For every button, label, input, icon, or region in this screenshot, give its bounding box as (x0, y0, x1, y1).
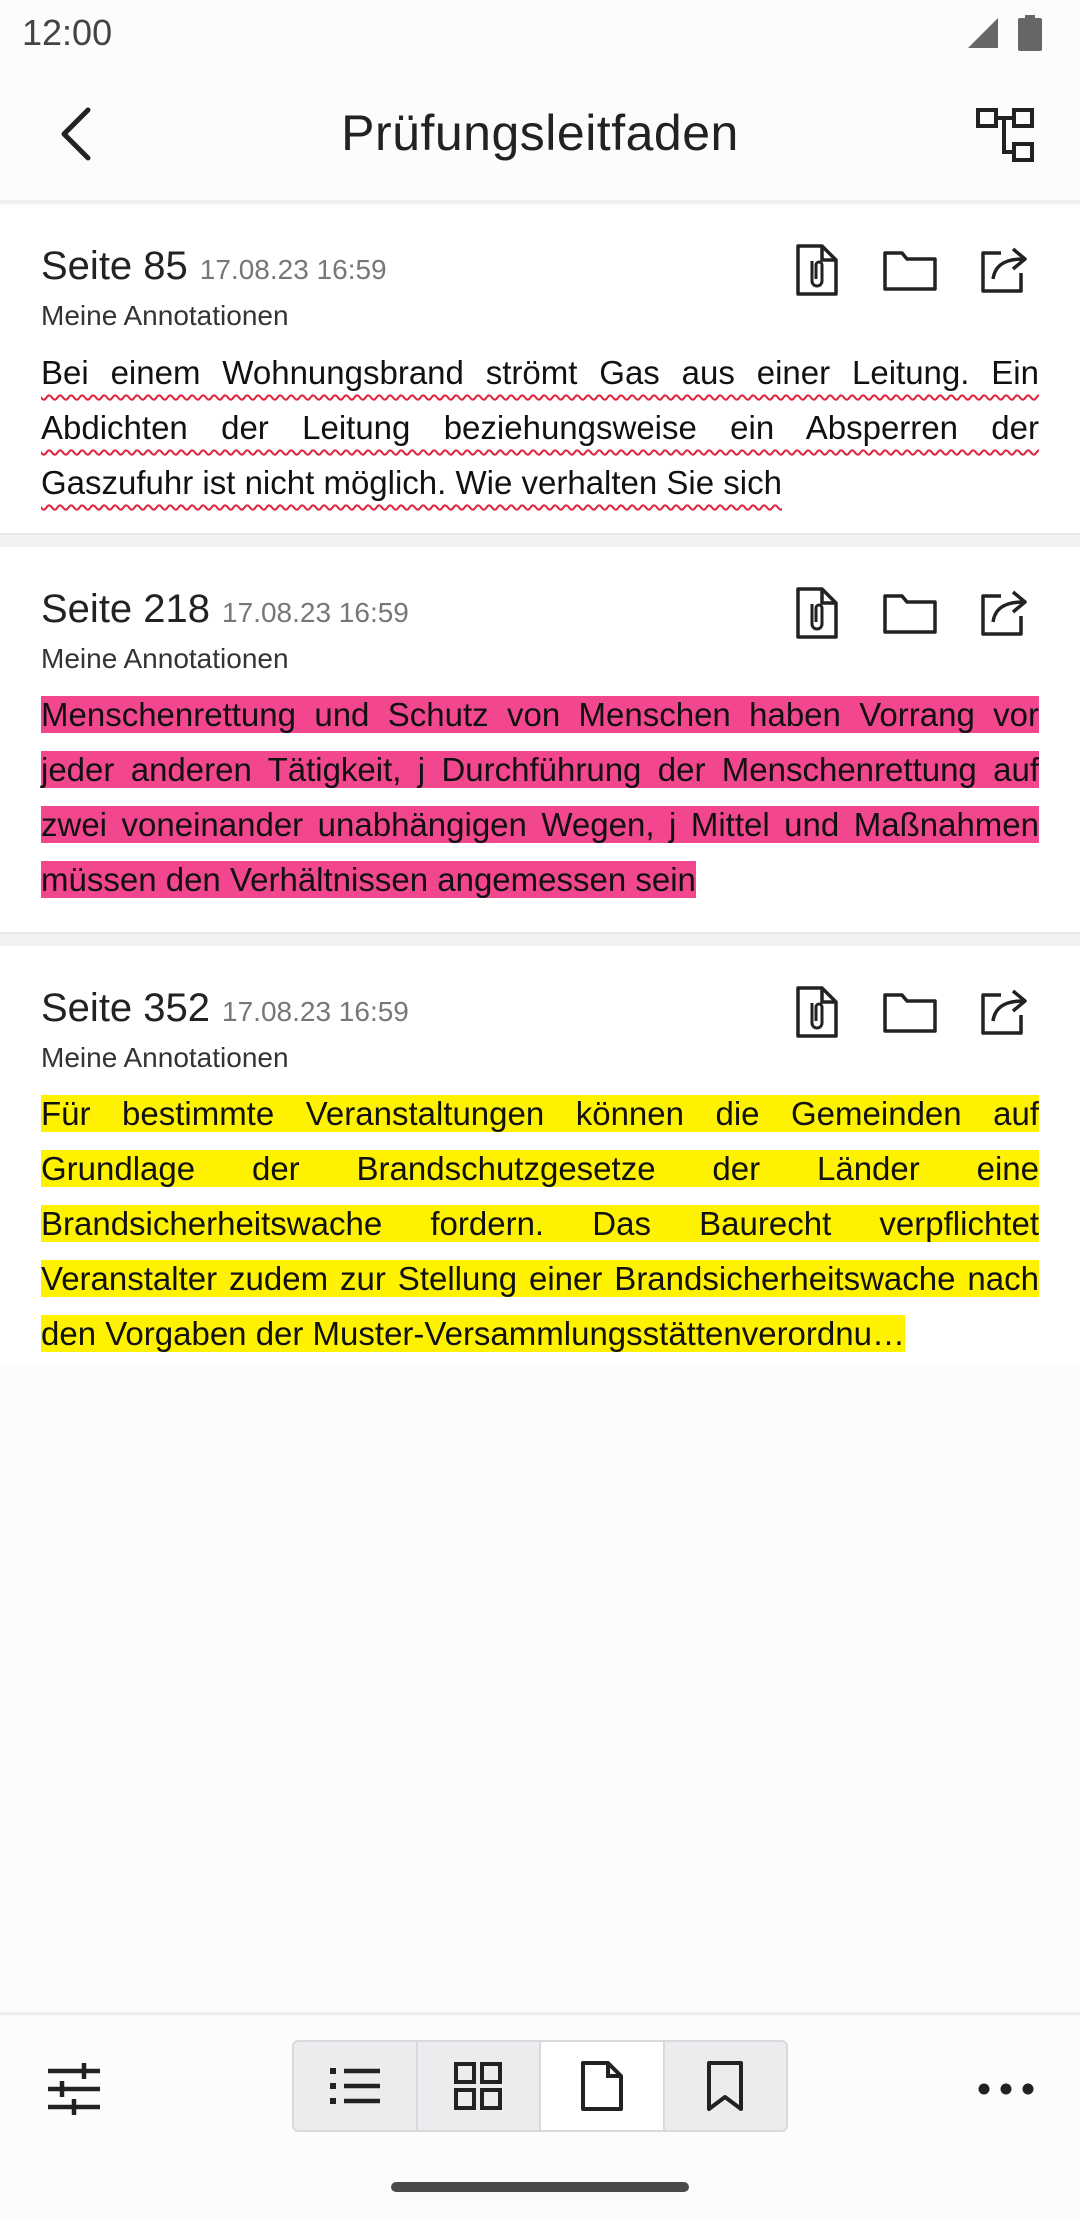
card-header: Seite 218 17.08.23 16:59 (41, 587, 409, 632)
annotation-subtitle: Meine Annotationen (41, 300, 289, 331)
page-number: Seite 218 (41, 587, 211, 631)
home-indicator[interactable] (391, 2182, 689, 2192)
attach-button[interactable] (788, 242, 844, 298)
annotation-date: 17.08.23 16:59 (199, 254, 387, 285)
screen: 12:00 Prüfungsleitfaden Seite 85 17.08.2… (0, 0, 1080, 2220)
annotation-date: 17.08.23 16:59 (222, 996, 409, 1027)
card-header: Seite 85 17.08.23 16:59 (41, 244, 387, 289)
view-switcher (292, 2040, 788, 2132)
page-icon (580, 2061, 623, 2111)
more-horizontal-icon (978, 2083, 1034, 2095)
grid-view-button[interactable] (418, 2042, 541, 2130)
grid-icon (454, 2062, 503, 2110)
folder-icon (883, 993, 937, 1033)
share-icon (981, 590, 1027, 636)
card-header: Seite 352 17.08.23 16:59 (41, 986, 409, 1031)
structure-button[interactable] (974, 104, 1038, 168)
share-icon (981, 989, 1027, 1035)
annotation-subtitle: Meine Annotationen (41, 1042, 289, 1073)
annotation-text: Für bestimmte Veranstaltungen können die… (41, 1086, 1039, 1361)
annotation-card[interactable]: Seite 352 17.08.23 16:59 Meine Annotatio… (0, 946, 1080, 1366)
page-number: Seite 352 (41, 986, 211, 1030)
list-view-button[interactable] (294, 2042, 418, 2130)
annotation-subtitle: Meine Annotationen (41, 643, 289, 674)
share-button[interactable] (976, 585, 1032, 641)
folder-button[interactable] (882, 984, 938, 1040)
annotation-card[interactable]: Seite 218 17.08.23 16:59 Meine Annotatio… (0, 547, 1080, 932)
bookmark-view-button[interactable] (665, 2042, 787, 2130)
back-button[interactable] (48, 104, 108, 164)
tune-icon (48, 2063, 100, 2115)
annotation-text-content: Menschenrettung und Schutz von Menschen … (41, 696, 1039, 898)
signal-icon (968, 18, 998, 48)
attachment-document-icon (796, 244, 838, 296)
attach-button[interactable] (788, 585, 844, 641)
annotation-text: Bei einem Wohnungsbrand strömt Gas aus e… (41, 345, 1039, 510)
share-button[interactable] (976, 242, 1032, 298)
card-actions (788, 984, 1032, 1040)
divider (0, 533, 1080, 547)
status-time: 12:00 (22, 12, 113, 53)
page-title: Prüfungsleitfaden (341, 105, 739, 161)
bookmark-icon (707, 2061, 744, 2111)
page-view-button[interactable] (541, 2042, 665, 2130)
folder-icon (883, 251, 937, 291)
status-bar: 12:00 (0, 0, 1080, 66)
page-number: Seite 85 (41, 244, 188, 288)
annotation-date: 17.08.23 16:59 (222, 597, 409, 628)
battery-icon (1018, 15, 1042, 51)
more-button[interactable] (976, 2059, 1036, 2119)
attachment-document-icon (796, 986, 838, 1038)
bottom-toolbar (0, 2012, 1080, 2162)
folder-button[interactable] (882, 242, 938, 298)
annotation-text-content: Bei einem Wohnungsbrand strömt Gas aus e… (41, 354, 1039, 501)
attachment-document-icon (796, 587, 838, 639)
divider (0, 932, 1080, 946)
list-icon (329, 2068, 380, 2104)
filter-button[interactable] (44, 2059, 104, 2119)
annotation-text-content: Für bestimmte Veranstaltungen können die… (41, 1095, 1039, 1352)
app-bar: Prüfungsleitfaden (0, 66, 1080, 204)
share-icon (981, 247, 1027, 293)
share-button[interactable] (976, 984, 1032, 1040)
attach-button[interactable] (788, 984, 844, 1040)
folder-button[interactable] (882, 585, 938, 641)
annotation-card[interactable]: Seite 85 17.08.23 16:59 Meine Annotation… (0, 208, 1080, 533)
card-actions (788, 585, 1032, 641)
hierarchy-icon (976, 108, 1034, 162)
status-icons (966, 15, 1042, 51)
folder-icon (883, 594, 937, 634)
annotation-text: Menschenrettung und Schutz von Menschen … (41, 687, 1039, 907)
arrow-back-icon (61, 107, 91, 161)
card-actions (788, 242, 1032, 298)
